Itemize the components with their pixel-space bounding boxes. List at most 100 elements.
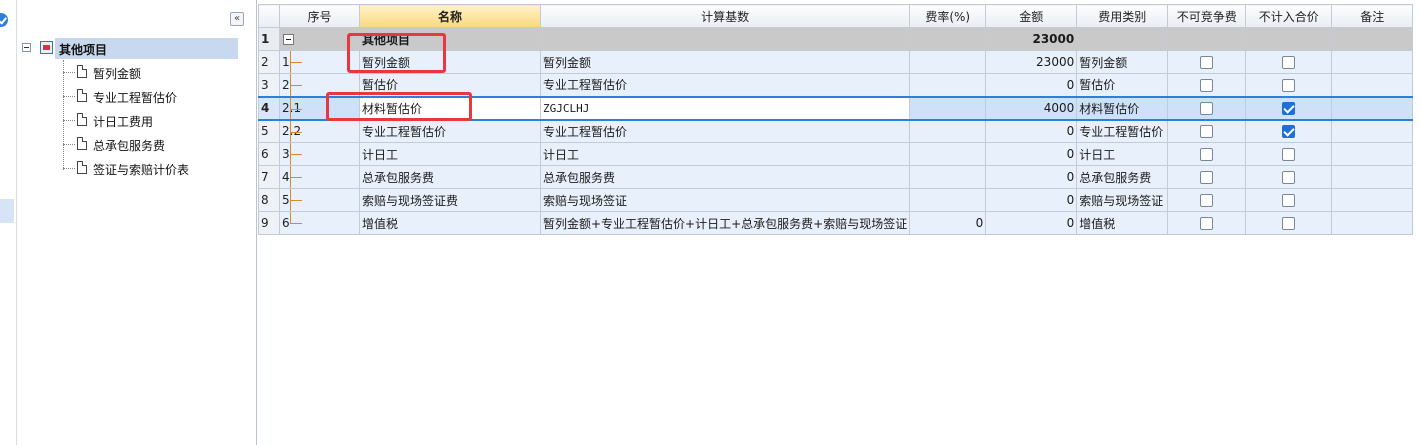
tree-item-general-contract-fee[interactable]: 总承包服务费 xyxy=(63,134,253,154)
category-cell[interactable]: 计日工 xyxy=(1076,142,1169,166)
amount-cell[interactable]: 4000 xyxy=(985,95,1078,121)
check-circle-icon[interactable] xyxy=(0,13,8,27)
name-cell[interactable]: 增值税 xyxy=(359,211,541,235)
name-cell[interactable]: 其他项目 xyxy=(359,27,541,51)
name-cell[interactable]: 专业工程暂估价 xyxy=(359,119,541,143)
remark-cell[interactable] xyxy=(1331,211,1414,235)
name-cell[interactable]: 索赔与现场签证费 xyxy=(359,188,541,212)
seq-cell[interactable]: 1 xyxy=(279,50,360,74)
category-cell[interactable]: 材料暂估价 xyxy=(1076,95,1169,121)
name-cell[interactable]: 暂列金额 xyxy=(359,50,541,74)
column-header-remark[interactable]: 备注 xyxy=(1331,4,1414,28)
basis-cell[interactable]: 专业工程暂估价 xyxy=(539,73,911,97)
seq-cell[interactable]: 6 xyxy=(279,211,360,235)
basis-cell[interactable]: 专业工程暂估价 xyxy=(539,119,911,143)
excluded-checkbox[interactable] xyxy=(1282,217,1296,230)
seq-cell[interactable]: 2 xyxy=(279,73,360,97)
row-number[interactable]: 5 xyxy=(258,119,280,143)
table-row[interactable]: 1 其他项目 23000 xyxy=(258,27,1414,51)
table-row-selected[interactable]: 4 2.1 材料暂估价 ZGJCLHJ 4000 材料暂估价 xyxy=(258,95,1414,121)
excluded-checkbox[interactable] xyxy=(1282,56,1296,69)
column-header-amount[interactable]: 金额 xyxy=(985,4,1078,28)
excluded-checkbox[interactable] xyxy=(1282,78,1296,92)
excluded-checkbox[interactable] xyxy=(1282,171,1296,184)
name-cell[interactable]: 总承包服务费 xyxy=(359,165,541,189)
column-header-noncompetitive[interactable]: 不可竞争费 xyxy=(1167,4,1247,28)
excluded-checkbox[interactable] xyxy=(1282,194,1296,207)
basis-cell[interactable]: 暂列金额+专业工程暂估价+计日工+总承包服务费+索赔与现场签证 xyxy=(539,211,911,235)
category-cell[interactable] xyxy=(1076,27,1169,51)
seq-cell[interactable]: 2.2 xyxy=(279,119,360,143)
basis-cell[interactable]: 总承包服务费 xyxy=(539,165,911,189)
column-header-rate[interactable]: 费率(%) xyxy=(909,4,987,28)
rate-cell[interactable] xyxy=(909,119,987,143)
row-number[interactable]: 4 xyxy=(258,95,280,121)
seq-cell[interactable] xyxy=(279,27,360,51)
rate-cell[interactable] xyxy=(909,95,987,121)
excluded-checkbox-checked[interactable] xyxy=(1282,125,1296,139)
remark-cell[interactable] xyxy=(1331,119,1414,143)
noncompetitive-checkbox[interactable] xyxy=(1200,78,1214,92)
amount-cell[interactable]: 0 xyxy=(985,142,1078,166)
seq-cell[interactable]: 3 xyxy=(279,142,360,166)
amount-cell[interactable]: 0 xyxy=(985,188,1078,212)
amount-cell[interactable]: 0 xyxy=(985,165,1078,189)
remark-cell[interactable] xyxy=(1331,165,1414,189)
row-number-header[interactable] xyxy=(258,4,280,28)
noncompetitive-checkbox[interactable] xyxy=(1200,148,1214,161)
column-header-seq[interactable]: 序号 xyxy=(279,4,360,28)
tree-item-daywork[interactable]: 计日工费用 xyxy=(63,110,253,130)
rate-cell[interactable] xyxy=(909,142,987,166)
name-cell[interactable]: 材料暂估价 xyxy=(359,95,541,121)
seq-cell[interactable]: 5 xyxy=(279,188,360,212)
rate-cell[interactable] xyxy=(909,165,987,189)
table-row[interactable]: 7 4 总承包服务费 总承包服务费 0 总承包服务费 xyxy=(258,165,1414,189)
basis-cell[interactable]: 索赔与现场签证 xyxy=(539,188,911,212)
amount-cell[interactable]: 0 xyxy=(985,73,1078,97)
rate-cell[interactable] xyxy=(909,50,987,74)
amount-cell[interactable]: 0 xyxy=(985,119,1078,143)
basis-cell[interactable]: 暂列金额 xyxy=(539,50,911,74)
noncompetitive-checkbox[interactable] xyxy=(1200,171,1214,184)
row-number[interactable]: 7 xyxy=(258,165,280,189)
category-cell[interactable]: 暂估价 xyxy=(1076,73,1169,97)
excluded-checkbox-checked[interactable] xyxy=(1282,102,1296,115)
column-header-basis[interactable]: 计算基数 xyxy=(539,4,911,28)
excluded-checkbox[interactable] xyxy=(1282,148,1296,161)
tree-item-claims-visa[interactable]: 签证与索赔计价表 xyxy=(63,158,253,178)
noncompetitive-checkbox[interactable] xyxy=(1200,194,1214,207)
rate-cell[interactable] xyxy=(909,188,987,212)
noncompetitive-checkbox[interactable] xyxy=(1200,102,1214,115)
remark-cell[interactable] xyxy=(1331,50,1414,74)
basis-cell[interactable] xyxy=(539,27,911,51)
table-row[interactable]: 8 5 索赔与现场签证费 索赔与现场签证 0 索赔与现场签证 xyxy=(258,188,1414,212)
remark-cell[interactable] xyxy=(1331,95,1414,121)
column-header-name[interactable]: 名称 xyxy=(359,4,541,28)
collapse-tree-icon[interactable] xyxy=(22,43,31,52)
amount-cell[interactable]: 23000 xyxy=(985,27,1078,51)
rate-cell[interactable] xyxy=(909,27,987,51)
row-number[interactable]: 6 xyxy=(258,142,280,166)
tree-item-specialty-estimate[interactable]: 专业工程暂估价 xyxy=(63,86,253,106)
amount-cell[interactable]: 23000 xyxy=(985,50,1078,74)
tree-item-provisional-sum[interactable]: 暂列金额 xyxy=(63,62,253,82)
category-cell[interactable]: 总承包服务费 xyxy=(1076,165,1169,189)
category-cell[interactable]: 索赔与现场签证 xyxy=(1076,188,1169,212)
table-row[interactable]: 2 1 暂列金额 暂列金额 23000 暂列金额 xyxy=(258,50,1414,74)
basis-cell[interactable]: 计日工 xyxy=(539,142,911,166)
row-number[interactable]: 8 xyxy=(258,188,280,212)
row-number[interactable]: 3 xyxy=(258,73,280,97)
category-cell[interactable]: 专业工程暂估价 xyxy=(1076,119,1169,143)
seq-cell[interactable]: 4 xyxy=(279,165,360,189)
rate-cell[interactable]: 0 xyxy=(909,211,987,235)
remark-cell[interactable] xyxy=(1331,73,1414,97)
row-number[interactable]: 2 xyxy=(258,50,280,74)
noncompetitive-checkbox[interactable] xyxy=(1200,125,1214,139)
remark-cell[interactable] xyxy=(1331,188,1414,212)
seq-cell[interactable]: 2.1 xyxy=(279,95,360,121)
table-row[interactable]: 5 2.2 专业工程暂估价 专业工程暂估价 0 专业工程暂估价 xyxy=(258,119,1414,143)
category-cell[interactable]: 暂列金额 xyxy=(1076,50,1169,74)
row-number[interactable]: 9 xyxy=(258,211,280,235)
column-header-excluded[interactable]: 不计入合价 xyxy=(1245,4,1333,28)
table-row[interactable]: 9 6 增值税 暂列金额+专业工程暂估价+计日工+总承包服务费+索赔与现场签证 … xyxy=(258,211,1414,235)
